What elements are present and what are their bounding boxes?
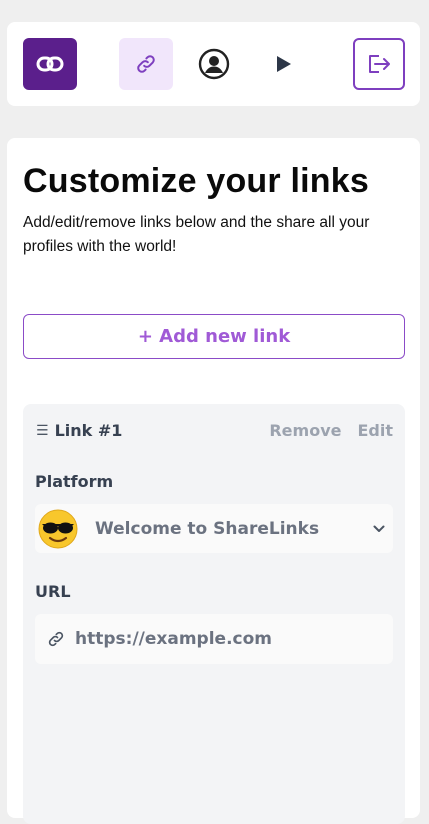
top-navbar — [7, 22, 420, 106]
page-title: Customize your links — [23, 162, 369, 200]
logout-button[interactable] — [353, 38, 405, 90]
play-icon — [277, 56, 291, 72]
link-card-actions: Remove Edit — [269, 421, 393, 440]
app-logo[interactable] — [23, 38, 77, 90]
add-new-link-button[interactable]: + Add new link — [23, 314, 405, 359]
logout-icon — [369, 55, 390, 73]
remove-link-button[interactable]: Remove — [269, 421, 341, 440]
chevron-down-icon — [373, 525, 385, 533]
chain-link-icon — [36, 56, 64, 72]
links-panel: Customize your links Add/edit/remove lin… — [7, 138, 420, 824]
link-icon — [47, 630, 65, 648]
link-icon — [137, 55, 155, 73]
platform-select[interactable]: Welcome to ShareLinks — [35, 504, 393, 553]
nav-links-button[interactable] — [119, 38, 173, 90]
nav-profile-button[interactable] — [197, 47, 231, 81]
drag-handle-icon[interactable]: ☰ — [36, 423, 49, 439]
edit-link-button[interactable]: Edit — [357, 421, 393, 440]
url-field — [35, 614, 393, 664]
sunglasses-face-icon — [38, 509, 78, 549]
url-label: URL — [35, 582, 71, 601]
platform-label: Platform — [35, 472, 114, 491]
link-card: ☰ Link #1 Remove Edit Platform Welcome t… — [23, 404, 405, 824]
link-card-title: Link #1 — [54, 421, 123, 440]
user-circle-icon — [198, 48, 230, 80]
platform-select-value: Welcome to ShareLinks — [95, 518, 320, 539]
page-subtitle: Add/edit/remove links below and the shar… — [23, 214, 370, 255]
link-card-header: ☰ Link #1 — [36, 421, 122, 440]
url-input[interactable] — [75, 629, 375, 649]
nav-preview-button[interactable] — [271, 50, 297, 78]
